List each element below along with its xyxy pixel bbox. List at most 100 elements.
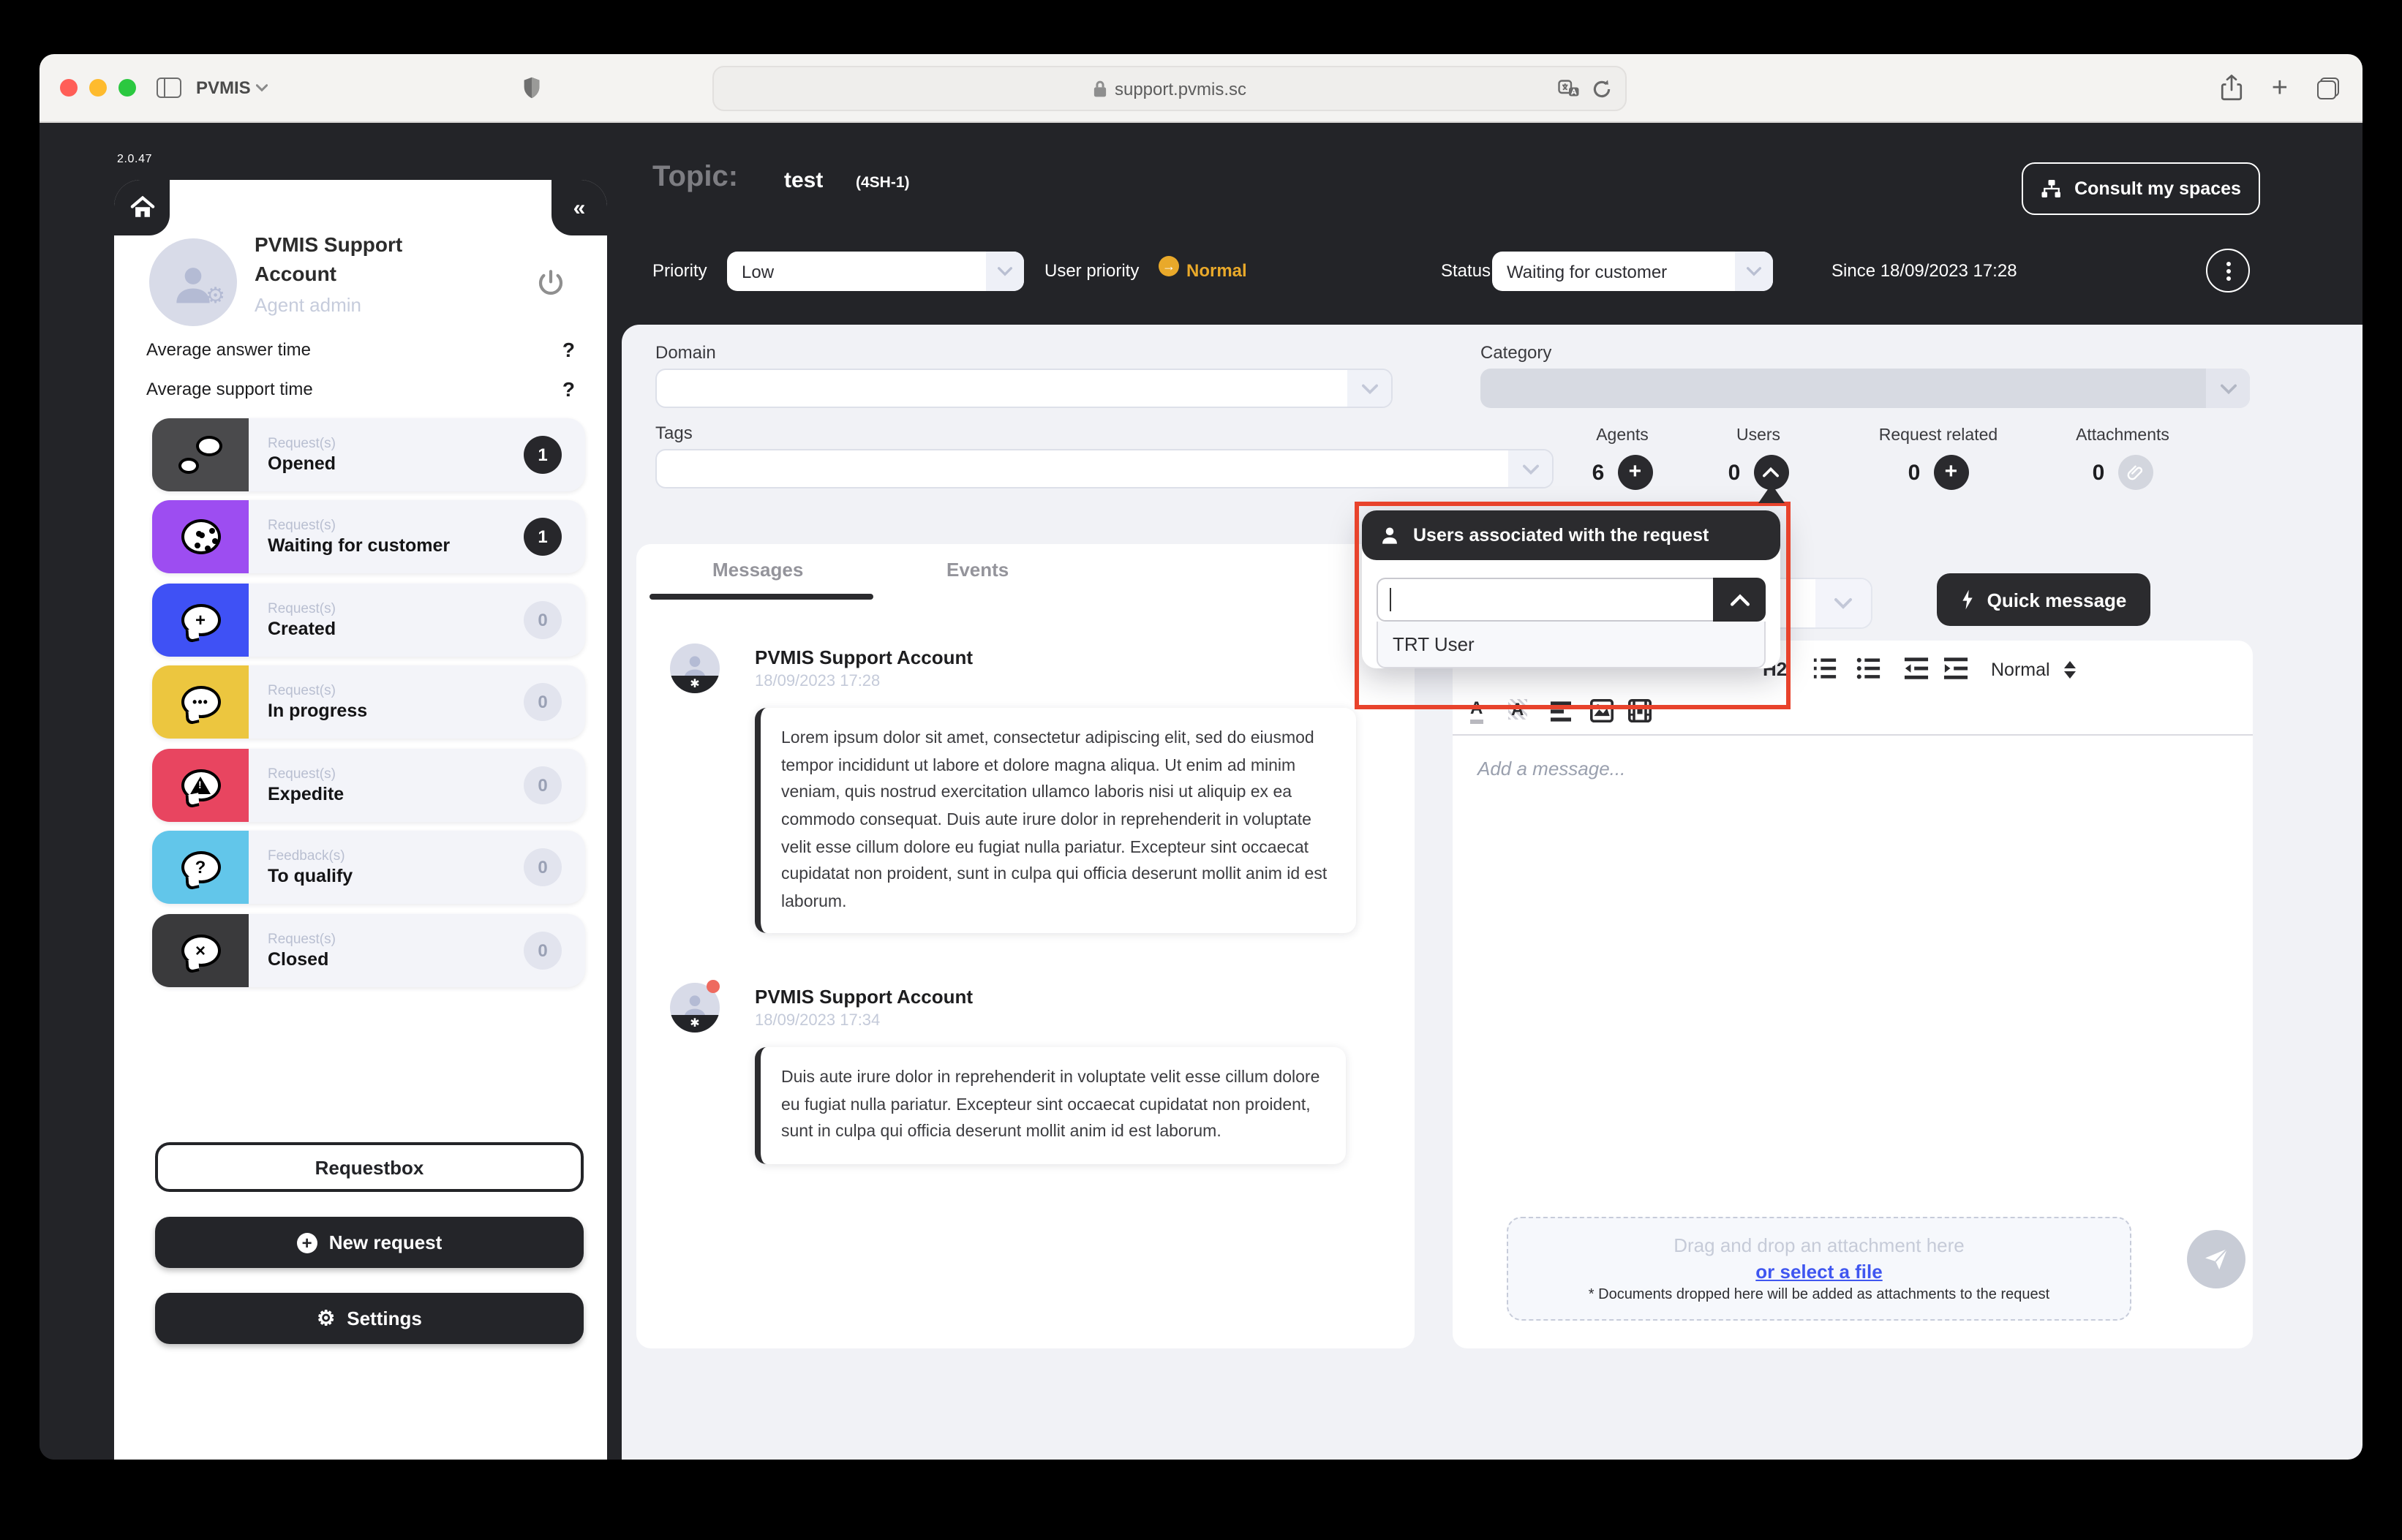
count-badge: 1 (524, 436, 562, 474)
agent-badge-icon: ✱ (670, 1015, 720, 1033)
chevron-down-icon (1361, 382, 1377, 394)
topic-label: Topic: (652, 161, 738, 195)
new-tab-button[interactable]: + (2272, 74, 2288, 102)
request-detail-panel: Domain Category Tags Agents 6 + (622, 325, 2363, 1460)
close-window-button[interactable] (60, 79, 78, 97)
chevron-down-icon (2220, 382, 2236, 394)
attachment-dropzone[interactable]: Drag and drop an attachment here or sele… (1507, 1217, 2131, 1321)
chevron-up-icon (1763, 467, 1779, 478)
outdent-icon[interactable] (1903, 657, 1929, 682)
reload-icon[interactable] (1592, 78, 1612, 99)
stat-average-support-time: Average support time ? (146, 376, 575, 402)
tab-events[interactable]: Events (946, 559, 1009, 581)
paper-plane-icon (2202, 1245, 2231, 1274)
address-bar[interactable]: support.pvmis.sc (712, 66, 1627, 111)
users-counter: Users 0 (1716, 427, 1801, 490)
chevron-down-icon (257, 83, 268, 92)
settings-button[interactable]: ⚙ Settings (155, 1293, 584, 1344)
sidebar-item-created[interactable]: + Request(s)Created 0 (152, 584, 585, 657)
opened-bubbles-icon (152, 418, 249, 491)
help-question-icon[interactable]: ? (562, 377, 575, 401)
category-select[interactable] (1480, 369, 2250, 408)
consult-my-spaces-button[interactable]: Consult my spaces (2022, 162, 2260, 215)
collapse-sidebar-button[interactable]: « (551, 180, 607, 235)
domain-select[interactable] (655, 369, 1393, 408)
translate-icon[interactable] (1558, 79, 1580, 98)
priority-select[interactable]: Low (727, 252, 1024, 291)
status-select[interactable]: Waiting for customer (1492, 252, 1773, 291)
user-option[interactable]: TRT User (1377, 622, 1766, 668)
text-caret (1390, 588, 1391, 611)
add-related-request-button[interactable]: + (1933, 455, 1968, 490)
screen: PVMIS support.pvmis.sc + (0, 0, 2402, 1540)
quick-message-button[interactable]: Quick message (1937, 573, 2150, 626)
minimize-window-button[interactable] (89, 79, 107, 97)
collapse-dropdown-button[interactable] (1713, 578, 1766, 622)
sidebar-item-waiting-for-customer[interactable]: Request(s)Waiting for customer 1 (152, 500, 585, 573)
gear-icon: ⚙ (317, 1306, 335, 1331)
more-actions-button[interactable] (2206, 249, 2250, 292)
attachments-counter: Attachments 0 (2052, 427, 2193, 490)
popup-pointer (1758, 484, 1785, 503)
message-date: 18/09/2023 17:28 (755, 673, 880, 690)
sidebar-item-to-qualify[interactable]: ? Feedback(s)To qualify 0 (152, 831, 585, 904)
app-version: 2.0.47 (117, 152, 152, 165)
tab-group-label: PVMIS (196, 78, 251, 98)
text-color-button[interactable]: A (1470, 699, 1483, 724)
count-badge: 0 (524, 601, 562, 639)
users-associated-popup: Users associated with the request TRT Us… (1362, 510, 1780, 668)
sidebar-item-opened[interactable]: Request(s)Opened 1 (152, 418, 585, 491)
active-tab-underline (650, 594, 873, 600)
back-button[interactable] (292, 76, 312, 99)
privacy-shield-icon[interactable] (523, 76, 542, 99)
send-message-button[interactable] (2187, 1230, 2245, 1288)
tab-messages[interactable]: Messages (712, 559, 803, 581)
forward-button[interactable] (312, 76, 333, 99)
count-badge: 0 (524, 683, 562, 721)
insert-video-icon[interactable] (1628, 699, 1652, 722)
attachments-button[interactable] (2117, 455, 2153, 490)
user-search-input[interactable] (1377, 578, 1713, 622)
sidebar-item-expedite[interactable]: ! Request(s)Expedite 0 (152, 749, 585, 822)
person-icon (1379, 525, 1400, 546)
home-button[interactable] (114, 180, 170, 235)
paragraph-format-select[interactable]: Normal (1991, 660, 2077, 680)
ordered-list-icon[interactable] (1812, 657, 1837, 682)
message-input[interactable]: Add a message... (1477, 758, 1625, 780)
count-badge: 0 (524, 766, 562, 804)
sidebar-item-in-progress[interactable]: ••• Request(s)In progress 0 (152, 665, 585, 739)
requestbox-button[interactable]: Requestbox (155, 1142, 584, 1192)
closed-x-icon: × (152, 914, 249, 987)
account-role: Agent admin (255, 293, 489, 315)
sidebar-item-closed[interactable]: × Request(s)Closed 0 (152, 914, 585, 987)
browser-sidebar-icon[interactable] (157, 78, 181, 98)
insert-image-icon[interactable] (1590, 699, 1614, 722)
indent-icon[interactable] (1943, 657, 1969, 682)
select-file-link[interactable]: or select a file (1755, 1261, 1882, 1283)
topic-reference: (4SH-1) (856, 174, 910, 192)
kebab-icon (2226, 268, 2230, 273)
tab-group-menu[interactable]: PVMIS (196, 78, 268, 98)
share-icon[interactable] (2221, 75, 2243, 101)
editor-card: H2 Normal A A Add a message... (1453, 641, 2253, 1348)
align-button[interactable] (1549, 701, 1573, 722)
chevron-down-icon (998, 266, 1012, 276)
status-since: Since 18/09/2023 17:28 (1831, 260, 2017, 281)
zoom-window-button[interactable] (118, 79, 136, 97)
chevron-up-icon (1730, 593, 1749, 606)
highlight-color-button[interactable]: A (1508, 699, 1526, 720)
home-icon (129, 196, 154, 219)
sidebar: « ⚙ PVMIS Support Account Agent admin Av… (114, 180, 607, 1460)
tags-select[interactable] (655, 449, 1554, 488)
add-agent-button[interactable]: + (1617, 455, 1652, 490)
account-avatar: ⚙ (149, 238, 237, 326)
bullet-list-icon[interactable] (1856, 657, 1881, 682)
help-question-icon[interactable]: ? (562, 338, 575, 361)
tab-overview-icon[interactable] (2317, 77, 2339, 99)
logout-power-button[interactable] (535, 268, 566, 298)
toolbar-divider (1453, 734, 2253, 736)
chevron-down-icon (1747, 266, 1761, 276)
priority-value: Low (727, 261, 986, 282)
user-priority-value: Normal (1186, 260, 1247, 281)
new-request-button[interactable]: + New request (155, 1217, 584, 1268)
